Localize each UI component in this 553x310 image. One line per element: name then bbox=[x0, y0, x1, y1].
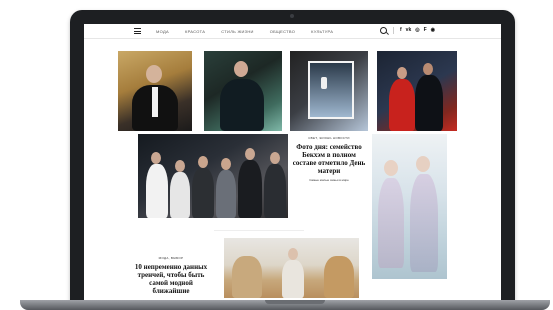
nav-item-lifestyle[interactable]: СТИЛЬ ЖИЗНИ bbox=[221, 29, 253, 34]
photo-man-sunglasses[interactable] bbox=[118, 51, 192, 131]
social-links: f vk ◎ F ◉ bbox=[400, 27, 435, 34]
photo-woman-night[interactable] bbox=[204, 51, 282, 131]
laptop-notch bbox=[265, 300, 325, 304]
story-title[interactable]: Фото дня: семейство Бекхэм в полном сост… bbox=[290, 143, 368, 175]
laptop-base bbox=[20, 300, 550, 310]
primary-nav: МОДА КРАСОТА СТИЛЬ ЖИЗНИ ОБЩЕСТВО КУЛЬТУ… bbox=[156, 29, 333, 34]
webcam-icon bbox=[290, 14, 294, 18]
nav-item-beauty[interactable]: КРАСОТА bbox=[185, 29, 205, 34]
header-tools: f vk ◎ F ◉ bbox=[380, 27, 435, 34]
laptop-frame: МОДА КРАСОТА СТИЛЬ ЖИЗНИ ОБЩЕСТВО КУЛЬТУ… bbox=[70, 10, 515, 302]
story-subtitle: Самые милые семьи в мире bbox=[309, 178, 349, 182]
divider bbox=[393, 27, 394, 34]
featured-story[interactable]: СВЕТ, ЖИЗНЬ НОВОСТИ Фото дня: семейство … bbox=[290, 136, 368, 182]
photo-beckham-family[interactable] bbox=[138, 134, 288, 218]
instagram-icon[interactable]: ◎ bbox=[415, 27, 419, 34]
photo-couple-street[interactable] bbox=[377, 51, 457, 131]
photo-runway-models[interactable] bbox=[372, 134, 447, 279]
telegram-icon[interactable]: ◉ bbox=[431, 27, 435, 34]
menu-icon[interactable] bbox=[134, 28, 141, 34]
vk-icon[interactable]: vk bbox=[406, 27, 412, 34]
nav-item-fashion[interactable]: МОДА bbox=[156, 29, 169, 34]
search-icon[interactable] bbox=[380, 27, 387, 34]
site-header: МОДА КРАСОТА СТИЛЬ ЖИЗНИ ОБЩЕСТВО КУЛЬТУ… bbox=[84, 24, 501, 39]
screen: МОДА КРАСОТА СТИЛЬ ЖИЗНИ ОБЩЕСТВО КУЛЬТУ… bbox=[84, 24, 501, 300]
nav-item-society[interactable]: ОБЩЕСТВО bbox=[270, 29, 295, 34]
nav-item-culture[interactable]: КУЛЬТУРА bbox=[311, 29, 333, 34]
photo-trench-coats[interactable] bbox=[224, 238, 359, 298]
story-title[interactable]: 10 непременно данных тренчей, чтобы быть… bbox=[132, 263, 210, 295]
flipboard-icon[interactable]: F bbox=[424, 27, 427, 34]
story-category: СВЕТ, ЖИЗНЬ НОВОСТИ bbox=[308, 136, 350, 140]
photo-gallery-artwork[interactable] bbox=[290, 51, 368, 131]
divider bbox=[214, 230, 304, 231]
story-category: МОДА, ВЫБОР bbox=[158, 256, 184, 260]
secondary-story[interactable]: МОДА, ВЫБОР 10 непременно данных тренчей… bbox=[132, 256, 210, 295]
facebook-icon[interactable]: f bbox=[400, 27, 402, 34]
